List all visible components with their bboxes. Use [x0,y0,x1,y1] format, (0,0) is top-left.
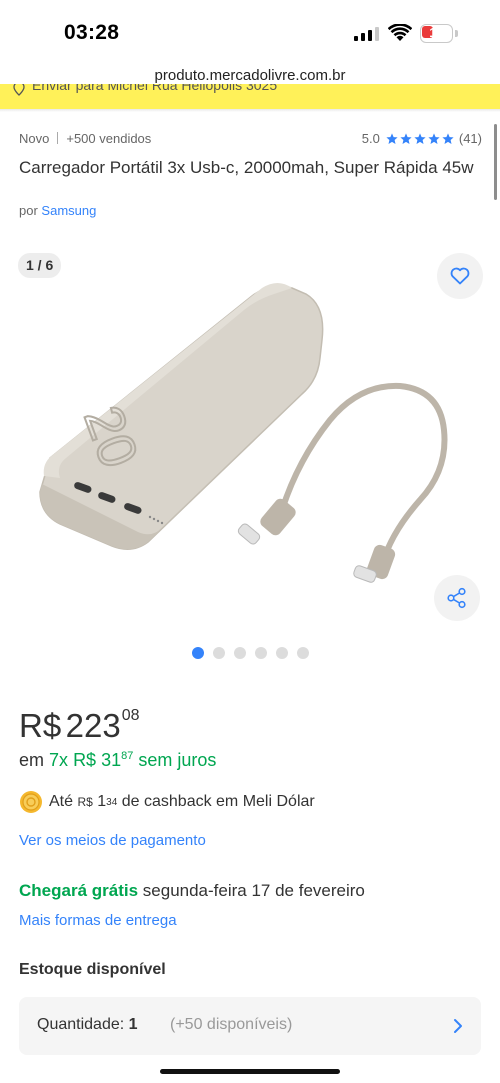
image-counter: 1 / 6 [18,253,62,278]
product-title: Carregador Portátil 3x Usb-c, 20000mah, … [19,158,474,177]
location-pin-icon [13,84,25,96]
installments-cents: 87 [121,750,134,762]
quantity-value: 1 [128,1016,138,1033]
delivery-options-link[interactable]: Mais formas de entrega [19,912,177,929]
cashback-cents: 34 [106,796,118,808]
installments-suffix: sem juros [138,750,217,770]
pagination-dot[interactable] [255,647,267,659]
star-icon [400,132,412,144]
heart-icon [450,267,470,285]
price-cents: 08 [121,707,140,724]
status-time: 03:28 [64,21,120,44]
delivery-info: Chegará grátis segunda-feira 17 de fever… [19,881,365,901]
meli-dolar-coin-icon [20,791,42,813]
installments-value: 31 [101,750,122,770]
pagination-dot[interactable] [276,647,288,659]
cashback-value: 1 [97,793,107,810]
share-icon [447,587,466,609]
installments: em 7x R$ 3187 sem juros [19,750,216,771]
url-text: produto.mercadolivre.com.br [154,67,346,84]
product-meta-row: Novo +500 vendidos 5.0 (41) [19,130,482,148]
star-icon [414,132,426,144]
seller-line: por Samsung [19,203,96,218]
pagination-dot[interactable] [297,647,309,659]
payment-methods-link[interactable]: Ver os meios de pagamento [19,832,206,849]
review-count: (41) [458,131,482,146]
price-currency: R$ [19,707,62,744]
wifi-icon [388,24,412,41]
product-condition: Novo [19,131,50,146]
installments-currency: R$ [73,750,97,770]
sold-count: +500 vendidos [66,131,152,146]
battery-level: 15 [429,25,444,40]
cashback-prefix: Até [49,793,74,810]
price-value: 223 [65,707,121,744]
share-button[interactable] [434,575,480,621]
quantity-available: (+50 disponíveis) [170,1016,293,1033]
quantity-label: Quantidade: [37,1016,125,1033]
chevron-right-icon [454,1019,462,1033]
rating-summary[interactable]: 5.0 (41) [362,131,482,146]
delivery-free: Chegará grátis [19,881,139,900]
star-icon [386,132,398,144]
strip-shadow [0,109,500,112]
status-bar: 03:28 15 [0,0,500,62]
stock-title: Estoque disponível [19,961,166,978]
shipping-address-text: Enviar para Michel Rua Heliópolis 3025 [32,84,278,93]
home-indicator[interactable] [160,1069,340,1074]
favorite-button[interactable] [437,253,483,299]
seller-link[interactable]: Samsung [41,203,96,218]
scroll-indicator[interactable] [494,124,497,200]
quantity-selector[interactable]: Quantidade: 1 (+50 disponíveis) [19,997,481,1055]
product-image[interactable]: 20 [30,280,470,600]
meta-divider [57,132,59,144]
installments-count: 7x [49,750,69,770]
gallery-pagination[interactable] [192,647,309,659]
cashback-suffix: de cashback em Meli Dólar [121,793,315,810]
rating-value: 5.0 [361,131,380,146]
installments-prefix: em [19,750,45,770]
price: R$ 22308 [19,707,140,745]
signal-icon [354,27,379,41]
cashback-currency: R$ [77,795,93,809]
shipping-address-strip[interactable]: Enviar para Michel Rua Heliópolis 3025 [0,84,500,109]
battery-icon: 15 [420,24,458,43]
star-icon [442,132,454,144]
quantity-label-wrap: Quantidade: 1 [37,1016,138,1034]
star-icon [428,132,440,144]
cashback-line: Até R$ 1 34 de cashback em Meli Dólar [19,790,315,814]
delivery-date: segunda-feira 17 de fevereiro [142,881,365,900]
pagination-dot[interactable] [234,647,246,659]
seller-prefix: por [19,203,38,218]
pagination-dot[interactable] [213,647,225,659]
pagination-dot[interactable] [192,647,204,659]
